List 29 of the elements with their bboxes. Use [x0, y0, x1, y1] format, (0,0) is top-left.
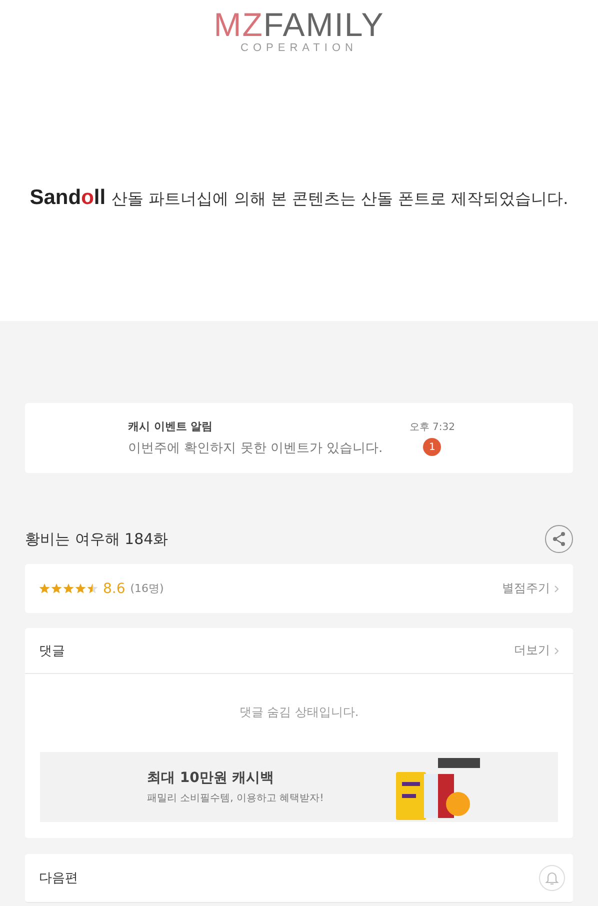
comments-hidden-message: 댓글 숨김 상태입니다. [238, 704, 360, 721]
share-icon [550, 530, 568, 548]
star-icon [63, 583, 74, 594]
episode-title: 황비는 여우해 184화 [25, 530, 168, 548]
comments-title: 댓글 [39, 642, 65, 660]
more-link[interactable]: 더보기 [514, 642, 559, 659]
brand-logo: MZFAMILY COPERATION [214, 8, 384, 54]
bell-icon [544, 870, 560, 886]
notification-title: 캐시 이벤트 알림 [128, 419, 214, 434]
star-icon [51, 583, 62, 594]
notification-time: 오후 7:32 [409, 421, 455, 434]
star-icon [87, 583, 98, 594]
rating-count: (16명) [130, 581, 164, 596]
star-icon [75, 583, 86, 594]
notification-message: 이번주에 확인하지 못한 이벤트가 있습니다. [128, 440, 383, 457]
font-notice: 산돌 파트너십에 의해 본 콘텐츠는 산돌 폰트로 제작되었습니다. [112, 189, 568, 210]
share-button[interactable] [545, 525, 573, 553]
rate-link[interactable]: 별점주기 [502, 580, 559, 597]
next-episode-title: 다음편 [39, 870, 78, 887]
chevron-right-icon [554, 646, 559, 654]
ad-banner[interactable]: 최대 10만원 캐시백 패밀리 소비필수템, 이용하고 혜택받자! [40, 752, 558, 822]
star-icon [39, 583, 50, 594]
notification-card[interactable]: 캐시 이벤트 알림 이번주에 확인하지 못한 이벤트가 있습니다. 오후 7:32 1 [25, 403, 573, 473]
unread-count-badge: 1 [423, 438, 442, 456]
ad-subtitle: 패밀리 소비필수템, 이용하고 혜택받자! [147, 792, 324, 805]
rating-score: 8.6 [103, 580, 126, 596]
ad-headline: 최대 10만원 캐시백 [147, 769, 276, 787]
chevron-right-icon [554, 584, 559, 592]
sandoll-logo: Sandoll [30, 186, 106, 210]
